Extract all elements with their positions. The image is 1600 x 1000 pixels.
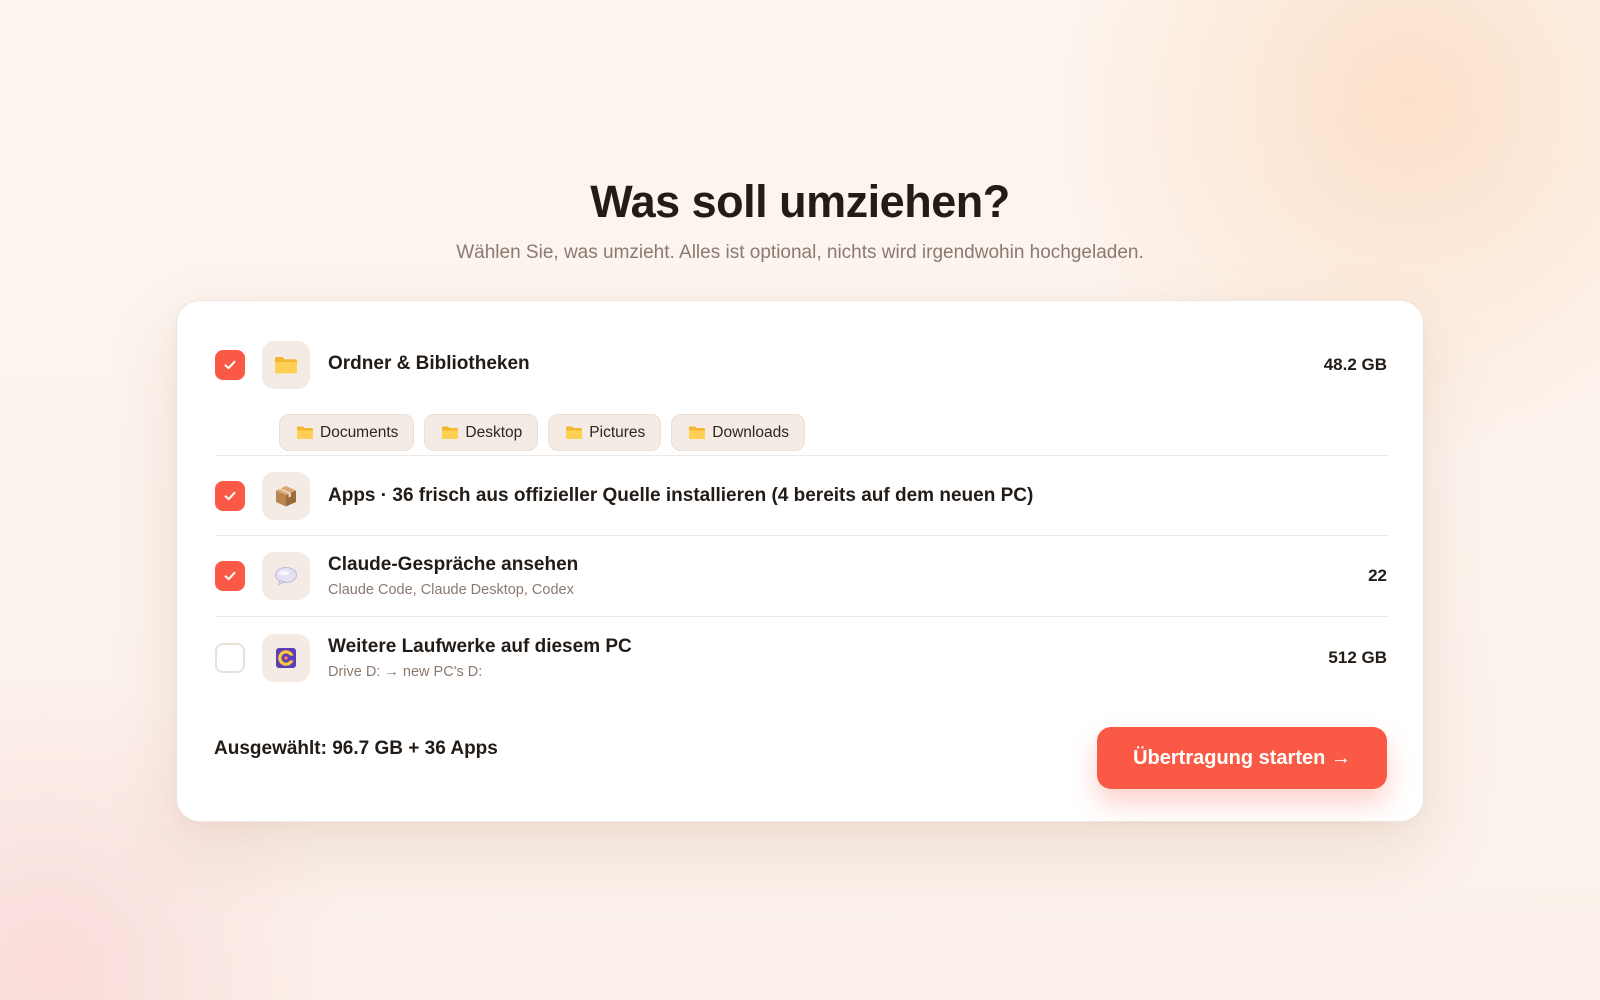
folder-icon (689, 426, 706, 439)
drives-checkbox[interactable] (215, 643, 245, 673)
check-icon (224, 491, 236, 500)
folder-icon (297, 426, 313, 439)
conversations-checkbox[interactable] (215, 561, 245, 591)
folder-icon (566, 426, 583, 439)
conversations-title: Claude-Gespräche ansehen (328, 554, 579, 575)
chip-label: Pictures (589, 423, 646, 441)
chip-label: Downloads (712, 423, 789, 441)
folder-chips: Documents Desktop Pictures Downloads (279, 414, 805, 451)
apps-title: Apps · 36 frisch aus offizieller Quelle … (328, 484, 1034, 506)
item-apps: Apps · 36 frisch aus offizieller Quelle … (215, 456, 1389, 536)
selection-summary: Ausgewählt: 96.7 GB + 36 Apps (214, 738, 498, 759)
transfer-selection-card: Ordner & Bibliotheken 48.2 GB Documents … (176, 300, 1424, 822)
folders-size: 48.2 GB (1323, 355, 1387, 374)
chip-label: Desktop (465, 423, 523, 441)
start-transfer-button[interactable]: Übertragung starten → (1097, 727, 1387, 789)
page-subtitle: Wählen Sie, was umzieht. Alles ist optio… (456, 242, 1144, 263)
conversations-subtitle: Claude Code, Claude Desktop, Codex (328, 582, 574, 598)
folders-checkbox[interactable] (215, 350, 245, 380)
check-icon (224, 571, 236, 581)
chip-pictures[interactable]: Pictures (548, 414, 662, 451)
drives-size: 512 GB (1328, 648, 1387, 667)
folder-icon (262, 341, 310, 389)
drives-subtitle: Drive D: → new PC's D: (328, 664, 483, 680)
chat-bubble-icon (262, 552, 310, 600)
chip-label: Documents (320, 423, 399, 441)
drive-icon (262, 634, 310, 682)
item-other-drives: Weitere Laufwerke auf diesem PC Drive D:… (215, 617, 1389, 699)
drives-title: Weitere Laufwerke auf diesem PC (328, 636, 632, 657)
folder-icon (442, 426, 459, 439)
page-title: Was soll umziehen? (590, 176, 1010, 227)
chip-desktop[interactable]: Desktop (424, 414, 539, 451)
item-claude-conversations: Claude-Gespräche ansehen Claude Code, Cl… (215, 536, 1389, 617)
conversations-count: 22 (1368, 566, 1387, 585)
chip-downloads[interactable]: Downloads (671, 414, 805, 451)
package-icon (262, 471, 310, 520)
chip-documents[interactable]: Documents (279, 414, 415, 451)
check-icon (224, 360, 236, 370)
folders-title: Ordner & Bibliotheken (328, 353, 530, 374)
apps-checkbox[interactable] (215, 480, 245, 511)
